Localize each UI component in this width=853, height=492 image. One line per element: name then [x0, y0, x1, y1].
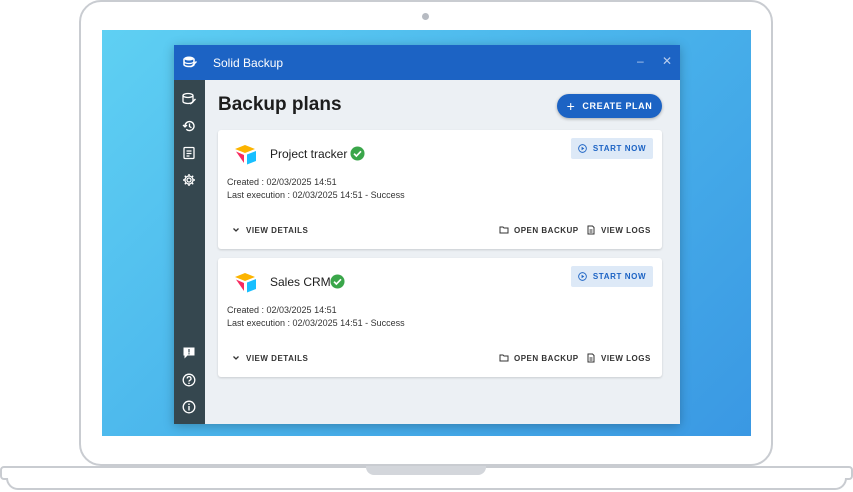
laptop-notch	[366, 466, 486, 475]
backup-plan-card: Project tracker START NOW Created : 02/0…	[218, 130, 662, 249]
success-check-icon	[330, 274, 345, 289]
view-logs-button[interactable]: VIEW LOGS	[586, 353, 651, 363]
open-backup-button[interactable]: OPEN BACKUP	[499, 225, 579, 235]
sidebar-item-feedback[interactable]	[182, 346, 196, 360]
help-icon	[182, 373, 196, 387]
plan-last-execution: Last execution : 02/03/2025 14:51 - Succ…	[227, 190, 405, 200]
plan-name: Sales CRM	[270, 275, 331, 289]
open-backup-button[interactable]: OPEN BACKUP	[499, 353, 579, 363]
plan-created: Created : 02/03/2025 14:51	[227, 177, 337, 187]
start-now-button[interactable]: START NOW	[571, 138, 653, 159]
laptop-base-bottom	[6, 478, 847, 490]
main-content: Backup plans + CREATE PLAN Project track…	[205, 80, 680, 424]
feedback-icon	[183, 347, 195, 359]
view-logs-label: VIEW LOGS	[601, 353, 651, 363]
folder-icon	[499, 226, 509, 234]
open-backup-label: OPEN BACKUP	[514, 225, 579, 235]
play-circle-icon	[578, 144, 587, 153]
app-title: Solid Backup	[213, 56, 284, 70]
plan-name: Project tracker	[270, 147, 348, 161]
app-logo-icon	[183, 56, 197, 68]
airtable-logo-icon	[235, 273, 256, 293]
chevron-down-icon	[233, 356, 239, 360]
start-now-button[interactable]: START NOW	[571, 266, 653, 287]
sidebar-item-logs[interactable]	[182, 146, 196, 160]
document-icon	[587, 225, 595, 235]
view-details-button[interactable]: VIEW DETAILS	[231, 353, 308, 363]
app-window: Solid Backup – ✕ Backup plans + CREATE P…	[174, 45, 680, 424]
close-button[interactable]: ✕	[662, 54, 672, 68]
success-check-icon	[350, 146, 365, 161]
camera-dot	[422, 13, 429, 20]
page-title: Backup plans	[218, 94, 342, 115]
sidebar-item-backups[interactable]	[182, 92, 196, 106]
plus-icon: +	[566, 98, 576, 114]
view-details-label: VIEW DETAILS	[246, 225, 309, 235]
airtable-logo-icon	[235, 145, 256, 165]
play-circle-icon	[578, 272, 587, 281]
settings-icon	[183, 174, 195, 186]
folder-icon	[499, 354, 509, 362]
backup-plan-card: Sales CRM START NOW Created : 02/03/2025…	[218, 258, 662, 377]
sidebar-item-history[interactable]	[182, 119, 196, 133]
sidebar	[174, 80, 205, 424]
document-icon	[587, 353, 595, 363]
view-details-button[interactable]: VIEW DETAILS	[231, 225, 308, 235]
minimize-button[interactable]: –	[637, 54, 644, 68]
chevron-down-icon	[233, 228, 239, 232]
view-logs-label: VIEW LOGS	[601, 225, 651, 235]
sidebar-item-help[interactable]	[182, 373, 196, 387]
backups-icon	[182, 92, 196, 105]
create-plan-button[interactable]: + CREATE PLAN	[557, 94, 662, 118]
plan-created: Created : 02/03/2025 14:51	[227, 305, 337, 315]
logs-icon	[183, 146, 195, 160]
view-details-label: VIEW DETAILS	[246, 353, 309, 363]
open-backup-label: OPEN BACKUP	[514, 353, 579, 363]
sidebar-item-info[interactable]	[182, 400, 196, 414]
sidebar-item-settings[interactable]	[182, 173, 196, 187]
info-icon	[182, 400, 196, 414]
title-bar: Solid Backup – ✕	[174, 45, 680, 80]
create-plan-label: CREATE PLAN	[582, 101, 653, 111]
plan-last-execution: Last execution : 02/03/2025 14:51 - Succ…	[227, 318, 405, 328]
start-now-label: START NOW	[592, 144, 647, 153]
history-icon	[182, 120, 195, 132]
start-now-label: START NOW	[592, 272, 647, 281]
view-logs-button[interactable]: VIEW LOGS	[586, 225, 651, 235]
